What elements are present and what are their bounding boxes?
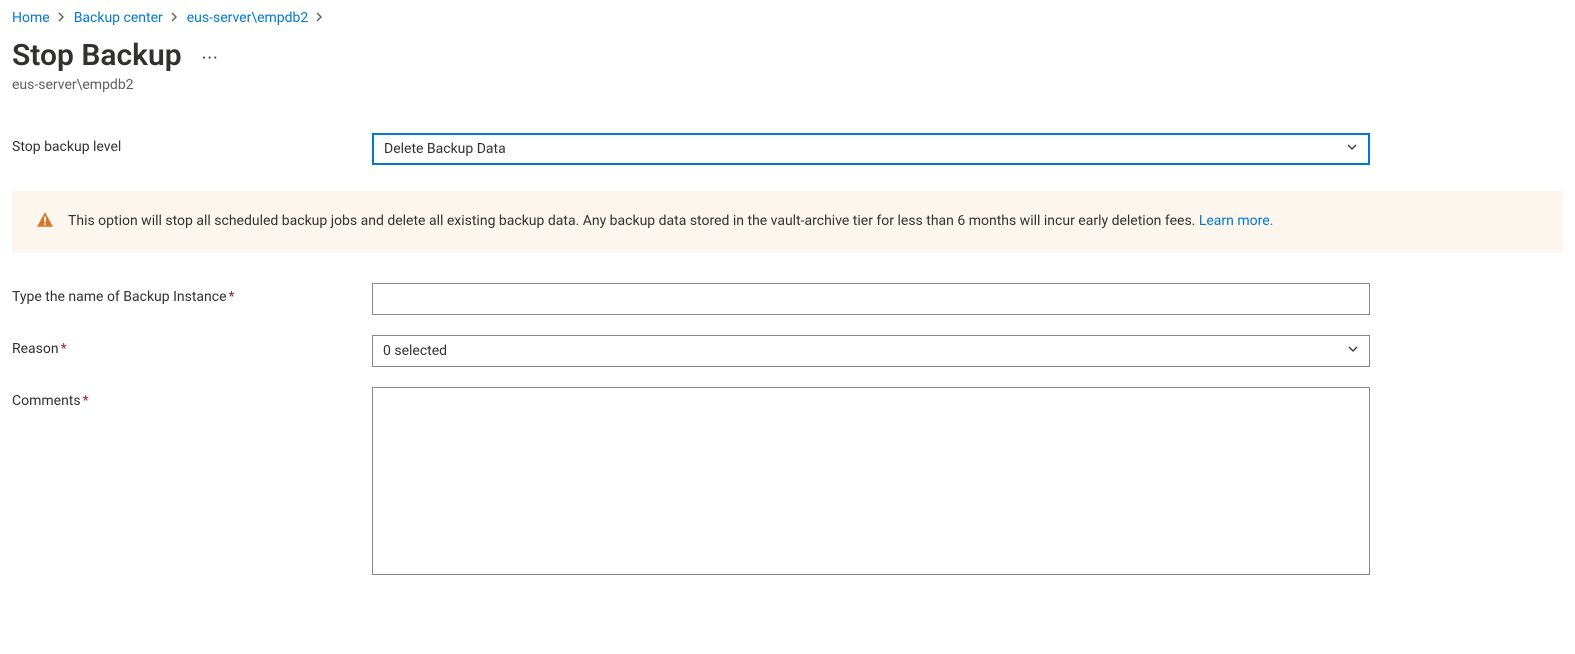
stop-level-select[interactable]: Delete Backup Data [372,133,1370,165]
instance-name-label: Type the name of Backup Instance* [12,283,372,305]
breadcrumb-home[interactable]: Home [12,10,50,26]
form-row-reason: Reason* 0 selected [12,335,1563,367]
form-row-comments: Comments* [12,387,1563,579]
warning-icon [36,211,54,233]
comments-textarea[interactable] [372,387,1370,575]
instance-name-input[interactable] [372,283,1370,315]
chevron-right-icon [171,11,179,25]
required-indicator: * [61,341,67,357]
reason-label: Reason* [12,335,372,357]
reason-select[interactable]: 0 selected [372,335,1370,367]
breadcrumb-instance[interactable]: eus-server\empdb2 [187,10,309,26]
chevron-down-icon [1346,141,1358,157]
comments-label: Comments* [12,387,372,409]
warning-message: This option will stop all scheduled back… [68,213,1199,229]
chevron-down-icon [1347,343,1359,359]
stop-level-value: Delete Backup Data [384,141,1346,157]
required-indicator: * [83,393,89,409]
stop-level-label: Stop backup level [12,133,372,155]
learn-more-link[interactable]: Learn more. [1199,213,1274,229]
chevron-right-icon [316,11,324,25]
required-indicator: * [229,289,235,305]
warning-banner: This option will stop all scheduled back… [12,191,1563,253]
page-title: Stop Backup [12,38,182,73]
more-actions-button[interactable]: ··· [202,42,219,69]
page-subtitle: eus-server\empdb2 [12,77,1563,93]
page-header: Stop Backup ··· [12,38,1563,73]
warning-text: This option will stop all scheduled back… [68,212,1273,232]
reason-value: 0 selected [383,343,1347,359]
breadcrumb-backup-center[interactable]: Backup center [74,10,163,26]
form-row-instance-name: Type the name of Backup Instance* [12,283,1563,315]
breadcrumb: Home Backup center eus-server\empdb2 [12,10,1563,26]
form-row-stop-level: Stop backup level Delete Backup Data [12,133,1563,165]
chevron-right-icon [58,11,66,25]
